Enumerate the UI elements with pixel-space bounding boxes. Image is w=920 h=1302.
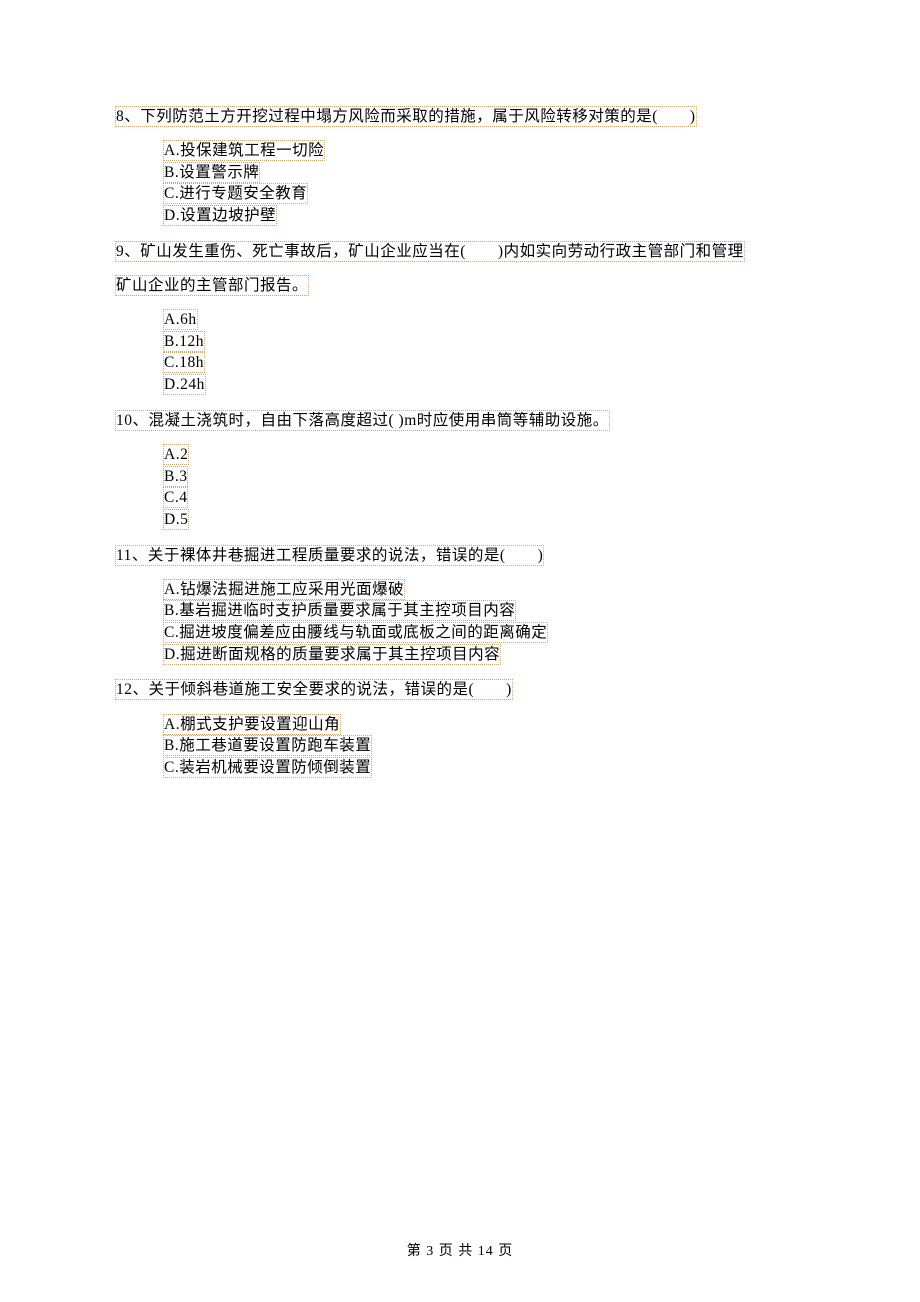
- question-9-option-c: C.18h: [163, 352, 205, 373]
- question-9-option-a: A.6h: [163, 309, 198, 330]
- page-body: 8、下列防范土方开挖过程中塌方风险而采取的措施，属于风险转移对策的是( ) A.…: [0, 0, 920, 847]
- question-12-option-b: B.施工巷道要设置防跑车装置: [163, 735, 372, 756]
- question-10-stem: 10、混凝土浇筑时，自由下落高度超过( )m时应使用串筒等辅助设施。: [115, 410, 610, 431]
- question-12-stem: 12、关于倾斜巷道施工安全要求的说法，错误的是( ): [115, 679, 513, 700]
- question-11: 11、关于裸体井巷掘进工程质量要求的说法，错误的是( ) A.钻爆法掘进施工应采…: [115, 539, 805, 666]
- question-11-option-a: A.钻爆法掘进施工应采用光面爆破: [163, 579, 405, 600]
- question-8-options: A.投保建筑工程一切险 B.设置警示牌 C.进行专题安全教育 D.设置边坡护壁: [115, 140, 805, 227]
- question-8-option-d: D.设置边坡护壁: [163, 205, 277, 226]
- question-12-text: 12、关于倾斜巷道施工安全要求的说法，错误的是( ): [115, 673, 805, 707]
- question-11-options: A.钻爆法掘进施工应采用光面爆破 B.基岩掘进临时支护质量要求属于其主控项目内容…: [115, 579, 805, 666]
- question-9-text: 9、矿山发生重伤、死亡事故后，矿山企业应当在( )内如实向劳动行政主管部门和管理…: [115, 235, 805, 303]
- question-8-option-b: B.设置警示牌: [163, 162, 260, 183]
- question-11-option-d: D.掘进断面规格的质量要求属于其主控项目内容: [163, 644, 501, 665]
- question-10: 10、混凝土浇筑时，自由下落高度超过( )m时应使用串筒等辅助设施。 A.2 B…: [115, 404, 805, 531]
- question-12: 12、关于倾斜巷道施工安全要求的说法，错误的是( ) A.棚式支护要设置迎山角 …: [115, 673, 805, 778]
- question-10-option-c: C.4: [163, 487, 188, 508]
- question-9-option-b: B.12h: [163, 331, 205, 352]
- question-8: 8、下列防范土方开挖过程中塌方风险而采取的措施，属于风险转移对策的是( ) A.…: [115, 100, 805, 227]
- question-9-option-d: D.24h: [163, 374, 206, 395]
- question-12-option-a: A.棚式支护要设置迎山角: [163, 714, 341, 735]
- page-footer: 第 3 页 共 14 页: [0, 1240, 920, 1260]
- question-9-stem-line2: 矿山企业的主管部门报告。: [115, 275, 309, 296]
- footer-middle: 页 共: [434, 1244, 478, 1259]
- question-10-option-b: B.3: [163, 466, 188, 487]
- question-10-text: 10、混凝土浇筑时，自由下落高度超过( )m时应使用串筒等辅助设施。: [115, 404, 805, 438]
- question-9: 9、矿山发生重伤、死亡事故后，矿山企业应当在( )内如实向劳动行政主管部门和管理…: [115, 235, 805, 396]
- footer-total-pages: 14: [478, 1244, 494, 1259]
- question-8-stem: 8、下列防范土方开挖过程中塌方风险而采取的措施，属于风险转移对策的是( ): [115, 106, 697, 127]
- question-9-stem-line1: 9、矿山发生重伤、死亡事故后，矿山企业应当在( )内如实向劳动行政主管部门和管理: [115, 241, 745, 262]
- question-12-option-c: C.装岩机械要设置防倾倒装置: [163, 757, 372, 778]
- question-10-option-d: D.5: [163, 509, 189, 530]
- footer-prefix: 第: [407, 1244, 427, 1259]
- question-11-stem: 11、关于裸体井巷掘进工程质量要求的说法，错误的是( ): [115, 545, 544, 566]
- question-9-options: A.6h B.12h C.18h D.24h: [115, 309, 805, 396]
- question-12-options: A.棚式支护要设置迎山角 B.施工巷道要设置防跑车装置 C.装岩机械要设置防倾倒…: [115, 714, 805, 779]
- question-11-option-b: B.基岩掘进临时支护质量要求属于其主控项目内容: [163, 600, 516, 621]
- footer-suffix: 页: [494, 1244, 514, 1259]
- question-10-option-a: A.2: [163, 444, 189, 465]
- question-8-option-c: C.进行专题安全教育: [163, 183, 308, 204]
- question-8-text: 8、下列防范土方开挖过程中塌方风险而采取的措施，属于风险转移对策的是( ): [115, 100, 805, 134]
- question-11-text: 11、关于裸体井巷掘进工程质量要求的说法，错误的是( ): [115, 539, 805, 573]
- question-11-option-c: C.掘进坡度偏差应由腰线与轨面或底板之间的距离确定: [163, 622, 548, 643]
- question-10-options: A.2 B.3 C.4 D.5: [115, 444, 805, 531]
- question-8-option-a: A.投保建筑工程一切险: [163, 140, 325, 161]
